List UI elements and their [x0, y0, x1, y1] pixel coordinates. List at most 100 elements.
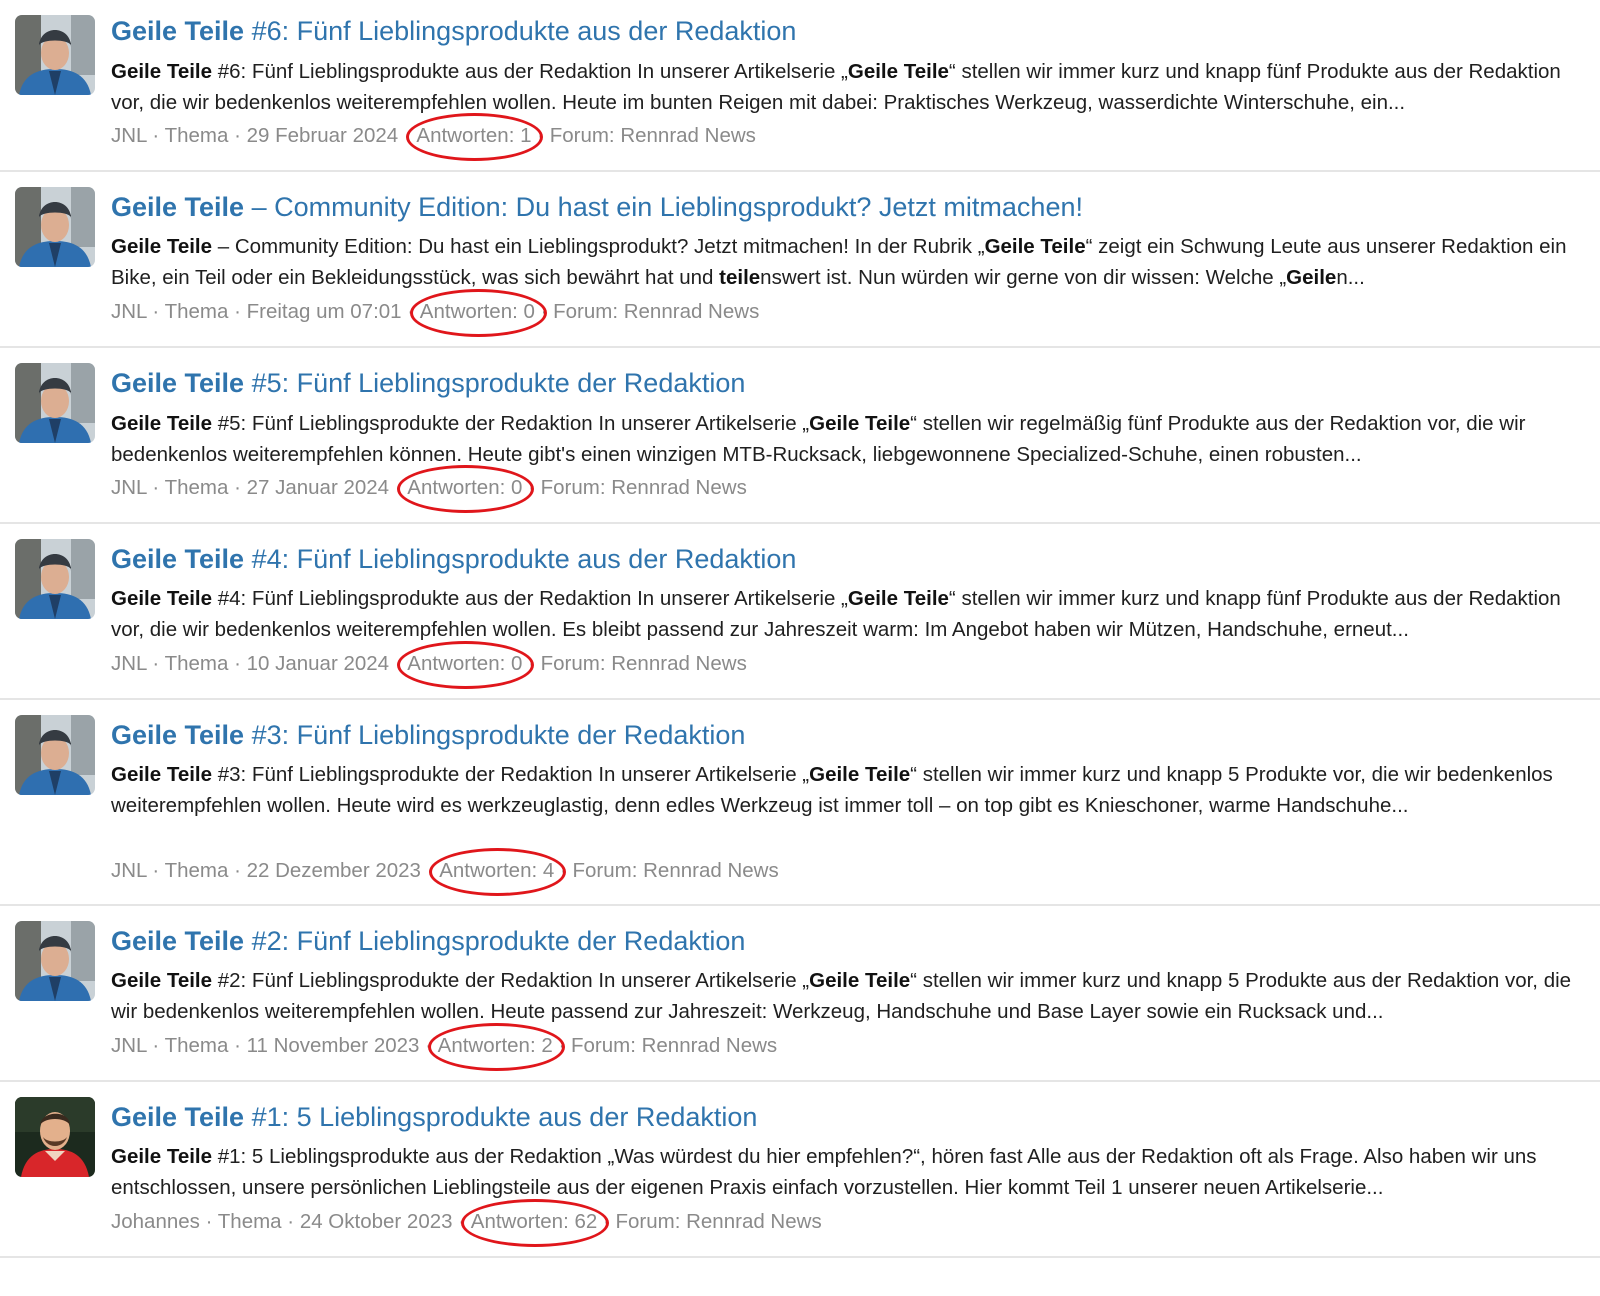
- snippet-highlight: teile: [719, 266, 761, 289]
- search-results-list: Geile Teile #6: Fünf Lieblingsprodukte a…: [0, 0, 1600, 1296]
- snippet-highlight: Geile Teile: [809, 969, 911, 992]
- snippet-highlight: Geile Teile: [111, 235, 213, 258]
- jnl-avatar[interactable]: [15, 715, 95, 795]
- content-type: Thema: [217, 1210, 282, 1233]
- snippet-text: #3: Fünf Lieblingsprodukte der Redaktion…: [212, 763, 810, 786]
- search-result-item: Geile Teile #3: Fünf Lieblingsprodukte d…: [0, 700, 1600, 906]
- title-text: – Community Edition: Du hast ein Lieblin…: [244, 192, 1083, 222]
- reply-count: Antworten: 0: [397, 465, 535, 513]
- title-text: #3: Fünf Lieblingsprodukte der Redaktion: [244, 720, 746, 750]
- snippet-highlight: Geile Teile: [111, 1145, 213, 1168]
- post-date: Freitag um 07:01: [246, 300, 402, 323]
- result-title-link[interactable]: Geile Teile #1: 5 Lieblingsprodukte aus …: [111, 1100, 1580, 1134]
- result-meta: JNL · Thema · 29 Februar 2024 · Antworte…: [111, 113, 1580, 161]
- result-title-link[interactable]: Geile Teile – Community Edition: Du hast…: [111, 190, 1580, 224]
- meta-separator: ·: [597, 1210, 616, 1233]
- search-result-item: Geile Teile #2: Fünf Lieblingsprodukte d…: [0, 906, 1600, 1082]
- meta-separator: ·: [228, 124, 247, 147]
- jnl-avatar[interactable]: [15, 363, 95, 443]
- meta-separator: ·: [531, 124, 550, 147]
- meta-separator: ·: [419, 1034, 438, 1057]
- content-type: Thema: [164, 476, 229, 499]
- result-snippet: Geile Teile – Community Edition: Du hast…: [111, 231, 1576, 293]
- meta-separator: ·: [146, 652, 165, 675]
- reply-count-text: Antworten: 2: [437, 1034, 553, 1057]
- snippet-text: – Community Edition: Du hast ein Lieblin…: [212, 235, 985, 258]
- jnl-avatar[interactable]: [15, 15, 95, 95]
- result-meta: Johannes · Thema · 24 Oktober 2023 · Ant…: [111, 1199, 1580, 1247]
- snippet-highlight: Geile Teile: [111, 587, 213, 610]
- snippet-highlight: Geile Teile: [984, 235, 1086, 258]
- meta-separator: ·: [281, 1210, 300, 1233]
- author-link[interactable]: JNL: [111, 124, 147, 147]
- result-title-link[interactable]: Geile Teile #5: Fünf Lieblingsprodukte d…: [111, 366, 1580, 400]
- forum-link[interactable]: Forum: Rennrad News: [615, 1210, 821, 1233]
- meta-separator: ·: [228, 476, 247, 499]
- post-date: 29 Februar 2024: [246, 124, 399, 147]
- result-title-link[interactable]: Geile Teile #3: Fünf Lieblingsprodukte d…: [111, 718, 1580, 752]
- result-snippet: Geile Teile #6: Fünf Lieblingsprodukte a…: [111, 56, 1576, 118]
- title-highlight: Geile Teile: [111, 544, 245, 574]
- result-title-link[interactable]: Geile Teile #6: Fünf Lieblingsprodukte a…: [111, 14, 1580, 48]
- author-link[interactable]: JNL: [111, 859, 147, 882]
- forum-link[interactable]: Forum: Rennrad News: [541, 652, 747, 675]
- snippet-text: #4: Fünf Lieblingsprodukte aus der Redak…: [212, 587, 848, 610]
- meta-separator: ·: [389, 652, 408, 675]
- title-highlight: Geile Teile: [111, 192, 245, 222]
- author-link[interactable]: JNL: [111, 476, 147, 499]
- meta-separator: ·: [552, 1034, 571, 1057]
- meta-separator: ·: [554, 859, 573, 882]
- author-link[interactable]: Johannes: [111, 1210, 200, 1233]
- result-snippet: Geile Teile #3: Fünf Lieblingsprodukte d…: [111, 759, 1576, 821]
- reply-count-text: Antworten: 62: [470, 1210, 598, 1233]
- forum-link[interactable]: Forum: Rennrad News: [541, 476, 747, 499]
- forum-link[interactable]: Forum: Rennrad News: [573, 859, 779, 882]
- content-type: Thema: [164, 300, 229, 323]
- reply-count: Antworten: 4: [429, 848, 567, 896]
- search-result-item: Geile Teile #4: Fünf Lieblingsprodukte a…: [0, 524, 1600, 700]
- forum-link[interactable]: Forum: Rennrad News: [553, 300, 759, 323]
- snippet-highlight: Geile: [1286, 266, 1337, 289]
- jnl-avatar[interactable]: [15, 921, 95, 1001]
- result-title-link[interactable]: Geile Teile #2: Fünf Lieblingsprodukte d…: [111, 924, 1580, 958]
- jnl-avatar[interactable]: [15, 539, 95, 619]
- meta-separator: ·: [398, 124, 417, 147]
- result-meta: JNL · Thema · Freitag um 07:01 · Antwort…: [111, 289, 1580, 337]
- forum-link[interactable]: Forum: Rennrad News: [571, 1034, 777, 1057]
- result-snippet: Geile Teile #1: 5 Lieblingsprodukte aus …: [111, 1141, 1576, 1203]
- title-highlight: Geile Teile: [111, 368, 245, 398]
- snippet-highlight: Geile Teile: [847, 60, 949, 83]
- title-text: #2: Fünf Lieblingsprodukte der Redaktion: [244, 926, 746, 956]
- author-link[interactable]: JNL: [111, 652, 147, 675]
- reply-count: Antworten: 1: [406, 113, 544, 161]
- content-type: Thema: [164, 652, 229, 675]
- snippet-text: #2: Fünf Lieblingsprodukte der Redaktion…: [212, 969, 810, 992]
- result-meta: JNL · Thema · 22 Dezember 2023 · Antwort…: [111, 848, 1580, 896]
- reply-count-text: Antworten: 0: [407, 652, 523, 675]
- meta-separator: ·: [401, 300, 420, 323]
- title-text: #6: Fünf Lieblingsprodukte aus der Redak…: [244, 16, 797, 46]
- meta-separator: ·: [146, 1034, 165, 1057]
- meta-separator: ·: [522, 652, 541, 675]
- content-type: Thema: [164, 859, 229, 882]
- meta-separator: ·: [522, 476, 541, 499]
- forum-link[interactable]: Forum: Rennrad News: [550, 124, 756, 147]
- title-highlight: Geile Teile: [111, 926, 245, 956]
- snippet-highlight: Geile Teile: [111, 969, 213, 992]
- title-highlight: Geile Teile: [111, 720, 245, 750]
- snippet-highlight: Geile Teile: [111, 763, 213, 786]
- meta-separator: ·: [146, 124, 165, 147]
- meta-separator: ·: [228, 652, 247, 675]
- result-meta: JNL · Thema · 10 Januar 2024 · Antworten…: [111, 641, 1580, 689]
- johannes-avatar[interactable]: [15, 1097, 95, 1177]
- meta-separator: ·: [146, 476, 165, 499]
- snippet-text: #6: Fünf Lieblingsprodukte aus der Redak…: [212, 60, 848, 83]
- author-link[interactable]: JNL: [111, 300, 147, 323]
- search-result-item: Geile Teile #1: 5 Lieblingsprodukte aus …: [0, 1082, 1600, 1258]
- meta-separator: ·: [146, 859, 165, 882]
- content-type: Thema: [164, 1034, 229, 1057]
- jnl-avatar[interactable]: [15, 187, 95, 267]
- snippet-text: n...: [1336, 266, 1365, 289]
- result-title-link[interactable]: Geile Teile #4: Fünf Lieblingsprodukte a…: [111, 542, 1580, 576]
- author-link[interactable]: JNL: [111, 1034, 147, 1057]
